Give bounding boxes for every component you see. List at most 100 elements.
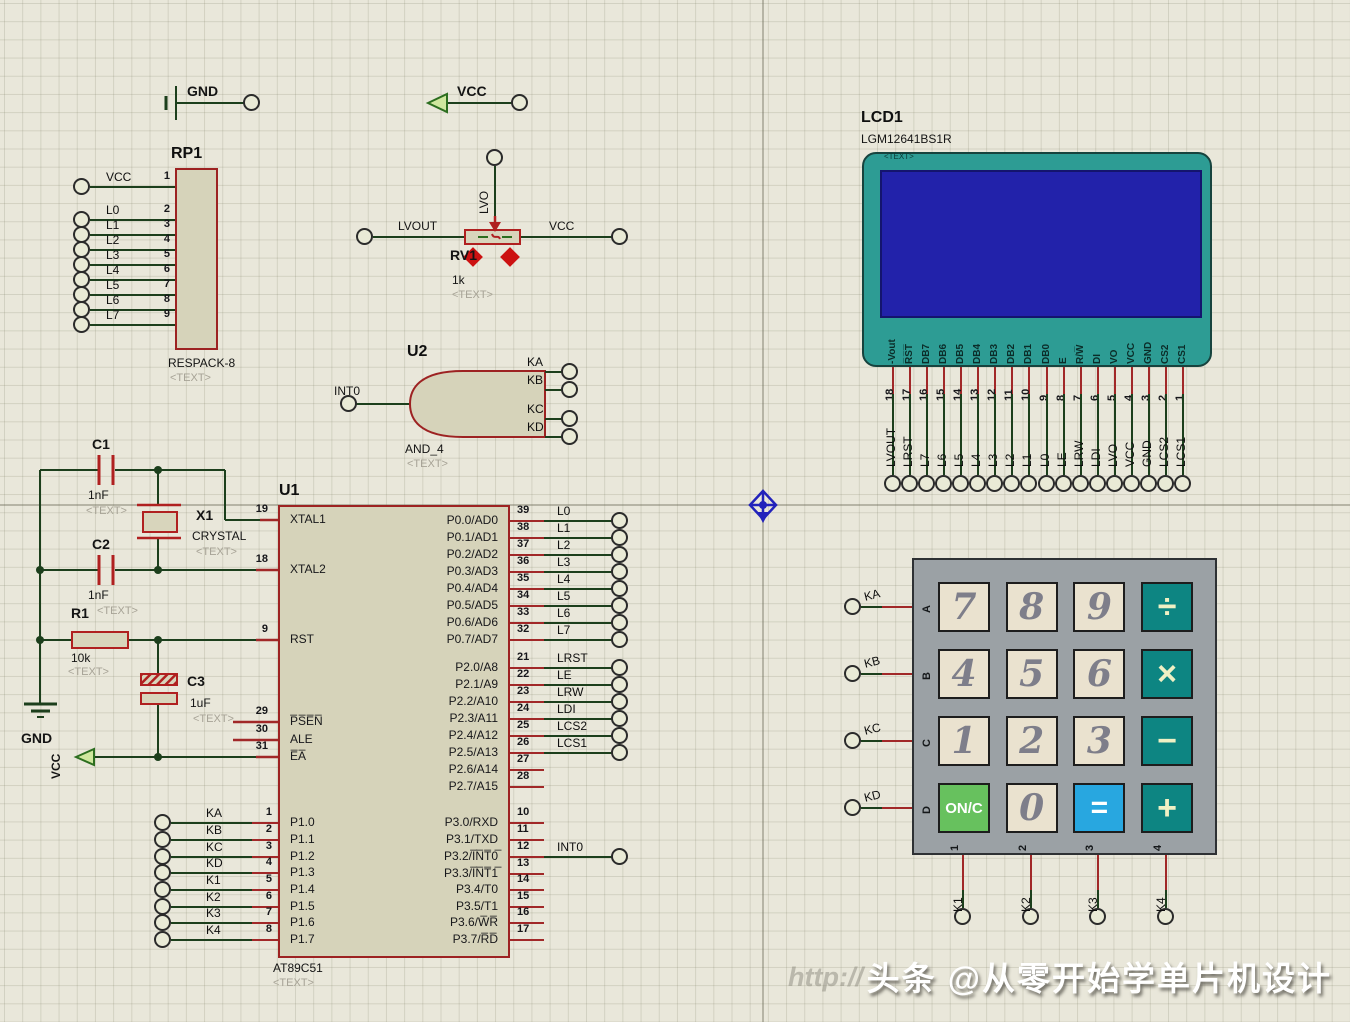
pin-terminal[interactable] xyxy=(154,814,171,831)
keypad-key[interactable]: 6 xyxy=(1073,649,1125,699)
pin-terminal[interactable] xyxy=(154,831,171,848)
pin-terminal[interactable] xyxy=(611,848,628,865)
pin-terminal[interactable] xyxy=(561,363,578,380)
keypad-key[interactable]: 9 xyxy=(1073,582,1125,632)
pin-terminal[interactable] xyxy=(1003,475,1020,492)
pin-terminal[interactable] xyxy=(154,881,171,898)
pin-terminal[interactable] xyxy=(844,598,861,615)
pin-number: 18 xyxy=(885,389,896,401)
terminal-pot-vcc[interactable] xyxy=(611,228,628,245)
keypad-key[interactable]: 3 xyxy=(1073,716,1125,766)
pot-note: <TEXT> xyxy=(452,290,493,301)
lcd-pin-name: VCC xyxy=(1127,343,1137,364)
keypad-key[interactable]: − xyxy=(1141,716,1193,766)
pin-number: 4 xyxy=(246,857,272,868)
pin-terminal[interactable] xyxy=(884,475,901,492)
keypad-key[interactable]: 7 xyxy=(938,582,990,632)
net-label: K4 xyxy=(1155,897,1167,912)
pin-terminal[interactable] xyxy=(611,727,628,744)
keypad-key[interactable]: ON/C xyxy=(938,783,990,833)
pin-terminal[interactable] xyxy=(611,631,628,648)
keypad-key[interactable]: = xyxy=(1073,783,1125,833)
pin-number: 7 xyxy=(164,279,170,290)
keypad-key[interactable]: 5 xyxy=(1006,649,1058,699)
pin-terminal[interactable] xyxy=(561,410,578,427)
pin-terminal[interactable] xyxy=(1123,475,1140,492)
pin-terminal[interactable] xyxy=(611,659,628,676)
pin-terminal[interactable] xyxy=(844,665,861,682)
pin-terminal[interactable] xyxy=(154,848,171,865)
pin-terminal[interactable] xyxy=(611,744,628,761)
net-label: L0 xyxy=(106,204,119,216)
pin-terminal[interactable] xyxy=(1055,475,1072,492)
terminal-lvout[interactable] xyxy=(356,228,373,245)
wire-red xyxy=(882,807,912,809)
pin-terminal[interactable] xyxy=(154,931,171,948)
pin-terminal[interactable] xyxy=(611,512,628,529)
pin-terminal[interactable] xyxy=(154,914,171,931)
pin-terminal[interactable] xyxy=(969,475,986,492)
capacitor-c3 xyxy=(141,674,177,704)
keypad-key[interactable]: 8 xyxy=(1006,582,1058,632)
pin-number: 11 xyxy=(517,824,529,835)
pin-terminal[interactable] xyxy=(73,178,90,195)
pin-terminal[interactable] xyxy=(901,475,918,492)
keypad-key[interactable]: 2 xyxy=(1006,716,1058,766)
pin-number: 6 xyxy=(246,891,272,902)
keypad-key[interactable]: ÷ xyxy=(1141,582,1193,632)
pin-terminal[interactable] xyxy=(1020,475,1037,492)
pin-terminal[interactable] xyxy=(611,597,628,614)
pin-terminal[interactable] xyxy=(154,898,171,915)
pin-number: 30 xyxy=(256,724,268,735)
pin-terminal[interactable] xyxy=(611,546,628,563)
pin-terminal[interactable] xyxy=(986,475,1003,492)
lcd-pin-name: DB3 xyxy=(990,344,1000,364)
pin-terminal[interactable] xyxy=(611,580,628,597)
pin-terminal[interactable] xyxy=(611,614,628,631)
keypad-key[interactable]: + xyxy=(1141,783,1193,833)
keypad-key[interactable]: 0 xyxy=(1006,783,1058,833)
pin-terminal[interactable] xyxy=(1174,475,1191,492)
terminal-gnd-top[interactable] xyxy=(243,94,260,111)
net-label: KA xyxy=(206,807,222,819)
wire xyxy=(90,234,175,236)
pin-terminal[interactable] xyxy=(611,563,628,580)
pin-terminal[interactable] xyxy=(611,710,628,727)
pin-number: 38 xyxy=(517,522,529,533)
pin-terminal[interactable] xyxy=(952,475,969,492)
pin-terminal[interactable] xyxy=(1072,475,1089,492)
pin-terminal[interactable] xyxy=(611,693,628,710)
key-label: 3 xyxy=(1087,720,1112,762)
pin-name: P2.6/A14 xyxy=(449,763,498,775)
pin-terminal[interactable] xyxy=(1038,475,1055,492)
keypad-key[interactable]: 4 xyxy=(938,649,990,699)
vcc-arrow-left xyxy=(76,749,94,765)
pin-terminal[interactable] xyxy=(611,676,628,693)
pin-terminal[interactable] xyxy=(1157,475,1174,492)
pin-terminal[interactable] xyxy=(844,732,861,749)
terminal-lvo[interactable] xyxy=(486,149,503,166)
resistor-pack-rp1-body[interactable] xyxy=(175,168,218,350)
pin-terminal[interactable] xyxy=(935,475,952,492)
net-label: LE xyxy=(1056,452,1068,467)
net-label: L7 xyxy=(919,454,931,467)
pin-terminal[interactable] xyxy=(1106,475,1123,492)
terminal-vcc-top[interactable] xyxy=(511,94,528,111)
keypad-key[interactable]: 1 xyxy=(938,716,990,766)
pin-terminal[interactable] xyxy=(611,529,628,546)
pin-terminal[interactable] xyxy=(1140,475,1157,492)
pin-terminal[interactable] xyxy=(561,381,578,398)
pin-stub xyxy=(1182,367,1184,394)
net-label: L1 xyxy=(557,522,570,534)
pin-terminal[interactable] xyxy=(918,475,935,492)
pin-terminal[interactable] xyxy=(154,864,171,881)
pin-terminal[interactable] xyxy=(73,316,90,333)
pin-number: 7 xyxy=(246,907,272,918)
keypad-key[interactable]: × xyxy=(1141,649,1193,699)
pin-terminal[interactable] xyxy=(1089,475,1106,492)
net-label: LDI xyxy=(1090,448,1102,467)
pin-terminal[interactable] xyxy=(561,428,578,445)
pin-terminal[interactable] xyxy=(844,799,861,816)
net-label: L7 xyxy=(557,624,570,636)
key-label: + xyxy=(1157,789,1177,828)
